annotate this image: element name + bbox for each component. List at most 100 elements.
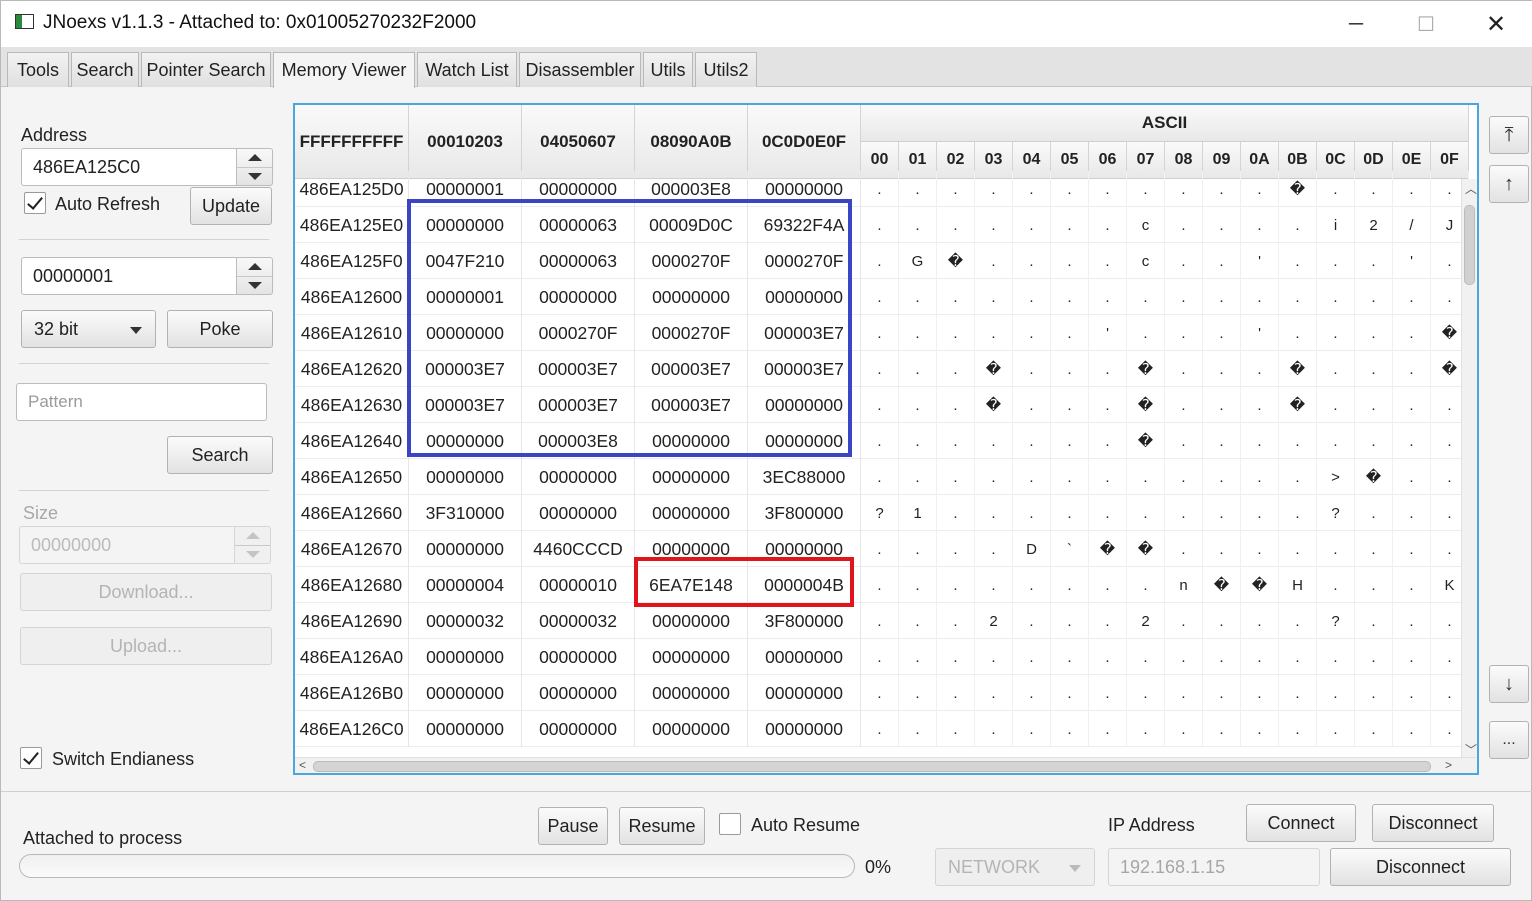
ascii-cell[interactable]: .	[1013, 495, 1051, 531]
ascii-cell[interactable]: .	[1279, 495, 1317, 531]
ascii-cell[interactable]: �	[1355, 459, 1393, 495]
ascii-cell[interactable]: .	[1279, 675, 1317, 711]
bit-size-select[interactable]: 32 bit	[21, 310, 156, 348]
ascii-cell[interactable]: .	[1127, 459, 1165, 495]
ascii-cell[interactable]: .	[975, 675, 1013, 711]
ascii-cell[interactable]: .	[1051, 675, 1089, 711]
auto-resume-checkbox[interactable]	[719, 813, 741, 835]
ascii-cell[interactable]: .	[975, 315, 1013, 351]
ascii-cell[interactable]: .	[1279, 603, 1317, 639]
ascii-cell[interactable]: �	[1279, 171, 1317, 207]
hex-value-cell[interactable]: 00000000	[409, 639, 522, 675]
row-address[interactable]: 486EA12660	[295, 495, 409, 531]
ascii-cell[interactable]: ?	[1317, 495, 1355, 531]
ascii-cell[interactable]: .	[1165, 639, 1203, 675]
scroll-up-icon[interactable]: ︿	[1465, 180, 1477, 197]
ascii-cell[interactable]: .	[861, 171, 899, 207]
hex-value-cell[interactable]: 3F310000	[409, 495, 522, 531]
memory-grid[interactable]: FFFFFFFFFF 00010203 04050607 08090A0B 0C…	[293, 103, 1479, 775]
ascii-cell[interactable]: .	[861, 351, 899, 387]
ascii-cell[interactable]: .	[1127, 495, 1165, 531]
ascii-cell[interactable]: .	[861, 711, 899, 747]
ascii-cell[interactable]: .	[1013, 243, 1051, 279]
ascii-cell[interactable]: .	[1393, 531, 1431, 567]
ascii-cell[interactable]: .	[1127, 639, 1165, 675]
row-address[interactable]: 486EA125D0	[295, 171, 409, 207]
row-address[interactable]: 486EA126B0	[295, 675, 409, 711]
tab-tools[interactable]: Tools	[7, 52, 69, 87]
ascii-cell[interactable]: .	[1051, 711, 1089, 747]
ascii-cell[interactable]: .	[1165, 387, 1203, 423]
ascii-cell[interactable]: .	[1355, 531, 1393, 567]
ascii-cell[interactable]: .	[1089, 387, 1127, 423]
ascii-cell[interactable]: .	[1089, 675, 1127, 711]
hex-value-cell[interactable]: 00000000	[409, 531, 522, 567]
row-address[interactable]: 486EA12610	[295, 315, 409, 351]
ascii-cell[interactable]: .	[937, 351, 975, 387]
ascii-cell[interactable]: .	[899, 315, 937, 351]
ascii-cell[interactable]: .	[861, 387, 899, 423]
ascii-cell[interactable]: .	[1241, 603, 1279, 639]
ascii-cell[interactable]: .	[1241, 495, 1279, 531]
ascii-cell[interactable]: .	[1013, 423, 1051, 459]
ascii-cell[interactable]: .	[1279, 639, 1317, 675]
ascii-cell[interactable]: �	[1279, 351, 1317, 387]
ascii-cell[interactable]: .	[1203, 351, 1241, 387]
row-address[interactable]: 486EA12680	[295, 567, 409, 603]
ascii-cell[interactable]: G	[899, 243, 937, 279]
tab-memory-viewer[interactable]: Memory Viewer	[273, 52, 415, 88]
ascii-cell[interactable]: .	[1317, 243, 1355, 279]
ascii-cell[interactable]: .	[1127, 675, 1165, 711]
hex-value-cell[interactable]: 3EC88000	[748, 459, 861, 495]
ascii-cell[interactable]: .	[1355, 567, 1393, 603]
table-row[interactable]: 486EA12680 00000004 00000010 6EA7E148 000000…	[295, 567, 1469, 603]
ascii-cell[interactable]: .	[1279, 243, 1317, 279]
ascii-cell[interactable]: .	[975, 279, 1013, 315]
ascii-cell[interactable]: .	[1089, 207, 1127, 243]
ascii-cell[interactable]: .	[1317, 711, 1355, 747]
ascii-cell[interactable]: .	[1203, 207, 1241, 243]
hex-value-cell[interactable]: 00000000	[748, 639, 861, 675]
ascii-cell[interactable]: `	[1051, 531, 1089, 567]
pattern-input[interactable]: Pattern	[16, 383, 267, 421]
ascii-cell[interactable]: .	[1013, 315, 1051, 351]
address-input[interactable]: 486EA125C0	[21, 148, 237, 186]
ascii-cell[interactable]: .	[1203, 711, 1241, 747]
network-select[interactable]: NETWORK	[935, 848, 1095, 886]
ascii-cell[interactable]: .	[861, 315, 899, 351]
ascii-cell[interactable]: .	[1241, 171, 1279, 207]
ascii-cell[interactable]: .	[1355, 171, 1393, 207]
ascii-cell[interactable]: .	[937, 279, 975, 315]
minimize-button[interactable]: ─	[1321, 1, 1391, 47]
ascii-cell[interactable]: .	[1393, 279, 1431, 315]
column-header[interactable]: 00010203	[409, 105, 522, 179]
ascii-cell[interactable]: .	[937, 567, 975, 603]
ascii-cell[interactable]: 1	[899, 495, 937, 531]
ascii-cell[interactable]: .	[1089, 243, 1127, 279]
vertical-scroll-thumb[interactable]	[1464, 205, 1475, 285]
ascii-cell[interactable]: �	[1127, 531, 1165, 567]
address-spinner[interactable]	[237, 148, 273, 186]
ascii-cell[interactable]: .	[975, 531, 1013, 567]
ascii-cell[interactable]: .	[1393, 459, 1431, 495]
ascii-cell[interactable]: .	[899, 207, 937, 243]
ascii-cell[interactable]: .	[1355, 315, 1393, 351]
hex-value-cell[interactable]: 00000000	[522, 495, 635, 531]
hex-value-cell[interactable]: 3F800000	[748, 495, 861, 531]
ascii-cell[interactable]: .	[1051, 207, 1089, 243]
ascii-cell[interactable]: .	[861, 567, 899, 603]
upload-button[interactable]: Upload...	[20, 627, 272, 665]
row-address[interactable]: 486EA12630	[295, 387, 409, 423]
ascii-cell[interactable]: .	[1355, 675, 1393, 711]
ascii-cell[interactable]: .	[899, 531, 937, 567]
hex-value-cell[interactable]: 00000000	[522, 639, 635, 675]
scroll-right-icon[interactable]: >	[1445, 758, 1452, 772]
ascii-cell[interactable]: .	[1089, 351, 1127, 387]
ascii-cell[interactable]: .	[1051, 603, 1089, 639]
ascii-cell[interactable]: .	[1279, 207, 1317, 243]
hex-value-cell[interactable]: 00000000	[748, 675, 861, 711]
ascii-cell[interactable]: .	[1393, 603, 1431, 639]
hex-value-cell[interactable]: 00000000	[748, 711, 861, 747]
ascii-cell[interactable]: '	[1241, 315, 1279, 351]
ascii-cell[interactable]: .	[937, 639, 975, 675]
